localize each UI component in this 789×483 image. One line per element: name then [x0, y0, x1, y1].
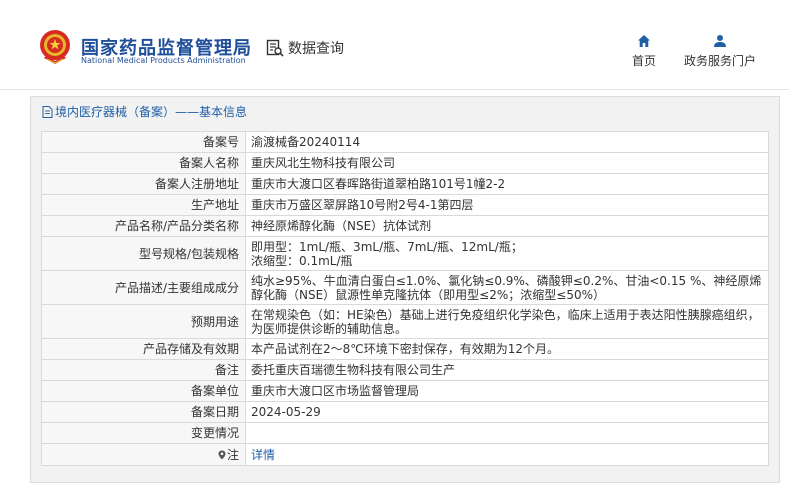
row-label: 备案人注册地址 [41, 173, 246, 195]
table-row: 备注 委托重庆百瑞德生物科技有限公司生产 [41, 359, 769, 381]
row-label: 变更情况 [41, 422, 246, 444]
row-label: 备案人名称 [41, 152, 246, 174]
document-icon [42, 105, 53, 118]
row-label: 备案日期 [41, 401, 246, 423]
nav-home-label: 首页 [631, 54, 656, 68]
row-value: 在常规染色（如：HE染色）基础上进行免疫组织化学染色，临床上适用于表达阳性胰腺癌… [245, 304, 769, 339]
detail-panel: 境内医疗器械（备案）——基本信息 备案号 渝渡械备20240114 备案人名称 … [30, 96, 780, 483]
table-row: 生产地址 重庆市万盛区翠屏路10号附2号4-1第四层 [41, 194, 769, 216]
row-label: 备案号 [41, 131, 246, 153]
table-row: 型号规格/包装规格 即用型：1mL/瓶、3mL/瓶、7mL/瓶、12mL/瓶； … [41, 236, 769, 271]
details-link[interactable]: 详情 [251, 448, 275, 462]
row-value: 重庆市大渡口区市场监督管理局 [245, 380, 769, 402]
breadcrumb-text: 境内医疗器械（备案）——基本信息 [55, 105, 248, 119]
agency-subtitle[interactable]: National Medical Products Administration [81, 56, 246, 65]
row-value: 神经原烯醇化酶（NSE）抗体试剂 [245, 215, 769, 237]
table-row: 备案日期 2024-05-29 [41, 401, 769, 423]
national-emblem-icon [40, 30, 70, 64]
table-row: 预期用途 在常规染色（如：HE染色）基础上进行免疫组织化学染色，临床上适用于表达… [41, 304, 769, 339]
note-label: 注 [41, 443, 246, 466]
row-label: 产品存储及有效期 [41, 338, 246, 360]
row-value: 渝渡械备20240114 [245, 131, 769, 153]
row-value: 即用型：1mL/瓶、3mL/瓶、7mL/瓶、12mL/瓶； 浓缩型：0.1mL/… [245, 236, 769, 271]
table-row: 备案号 渝渡械备20240114 [41, 131, 769, 153]
nav-home[interactable]: 首页 [626, 34, 662, 69]
row-label: 产品描述/主要组成成分 [41, 270, 246, 305]
data-query-label: 数据查询 [288, 41, 344, 57]
table-row: 产品名称/产品分类名称 神经原烯醇化酶（NSE）抗体试剂 [41, 215, 769, 237]
row-label: 预期用途 [41, 304, 246, 339]
row-label: 产品名称/产品分类名称 [41, 215, 246, 237]
table-row: 产品描述/主要组成成分 纯水≥95%、牛血清白蛋白≤1.0%、氯化钠≤0.9%、… [41, 270, 769, 305]
row-label: 型号规格/包装规格 [41, 236, 246, 271]
note-label-text: 注 [226, 447, 239, 462]
row-value [245, 422, 769, 444]
nav-services-label: 政务服务门户 [683, 54, 756, 68]
nav-services-portal[interactable]: 政务服务门户 [680, 34, 760, 69]
row-value: 重庆市万盛区翠屏路10号附2号4-1第四层 [245, 194, 769, 216]
record-info-table: 备案号 渝渡械备20240114 备案人名称 重庆风北生物科技有限公司 备案人注… [41, 131, 769, 466]
row-label: 备注 [41, 359, 246, 381]
home-icon [638, 35, 650, 47]
row-value: 重庆风北生物科技有限公司 [245, 152, 769, 174]
data-query-link[interactable]: 数据查询 [266, 38, 344, 58]
row-value: 重庆市大渡口区春晖路街道翠柏路101号1幢2-2 [245, 173, 769, 195]
row-value: 委托重庆百瑞德生物科技有限公司生产 [245, 359, 769, 381]
row-value: 详情 [245, 443, 769, 466]
table-row: 备案单位 重庆市大渡口区市场监督管理局 [41, 380, 769, 402]
row-label: 生产地址 [41, 194, 246, 216]
table-row: 产品存储及有效期 本产品试剂在2～8℃环境下密封保存，有效期为12个月。 [41, 338, 769, 360]
user-icon [714, 35, 726, 47]
row-value: 本产品试剂在2～8℃环境下密封保存，有效期为12个月。 [245, 338, 769, 360]
table-row: 变更情况 [41, 422, 769, 444]
breadcrumb: 境内医疗器械（备案）——基本信息 [42, 103, 247, 120]
site-header: 国家药品监督管理局 National Medical Products Admi… [0, 0, 789, 90]
location-pin-icon [218, 450, 226, 459]
row-value: 纯水≥95%、牛血清白蛋白≤1.0%、氯化钠≤0.9%、磷酸钾≤0.2%、甘油<… [245, 270, 769, 305]
table-row: 备案人注册地址 重庆市大渡口区春晖路街道翠柏路101号1幢2-2 [41, 173, 769, 195]
table-row: 注 详情 [41, 443, 769, 466]
table-row: 备案人名称 重庆风北生物科技有限公司 [41, 152, 769, 174]
data-query-icon [266, 39, 284, 57]
row-label: 备案单位 [41, 380, 246, 402]
row-value: 2024-05-29 [245, 401, 769, 423]
